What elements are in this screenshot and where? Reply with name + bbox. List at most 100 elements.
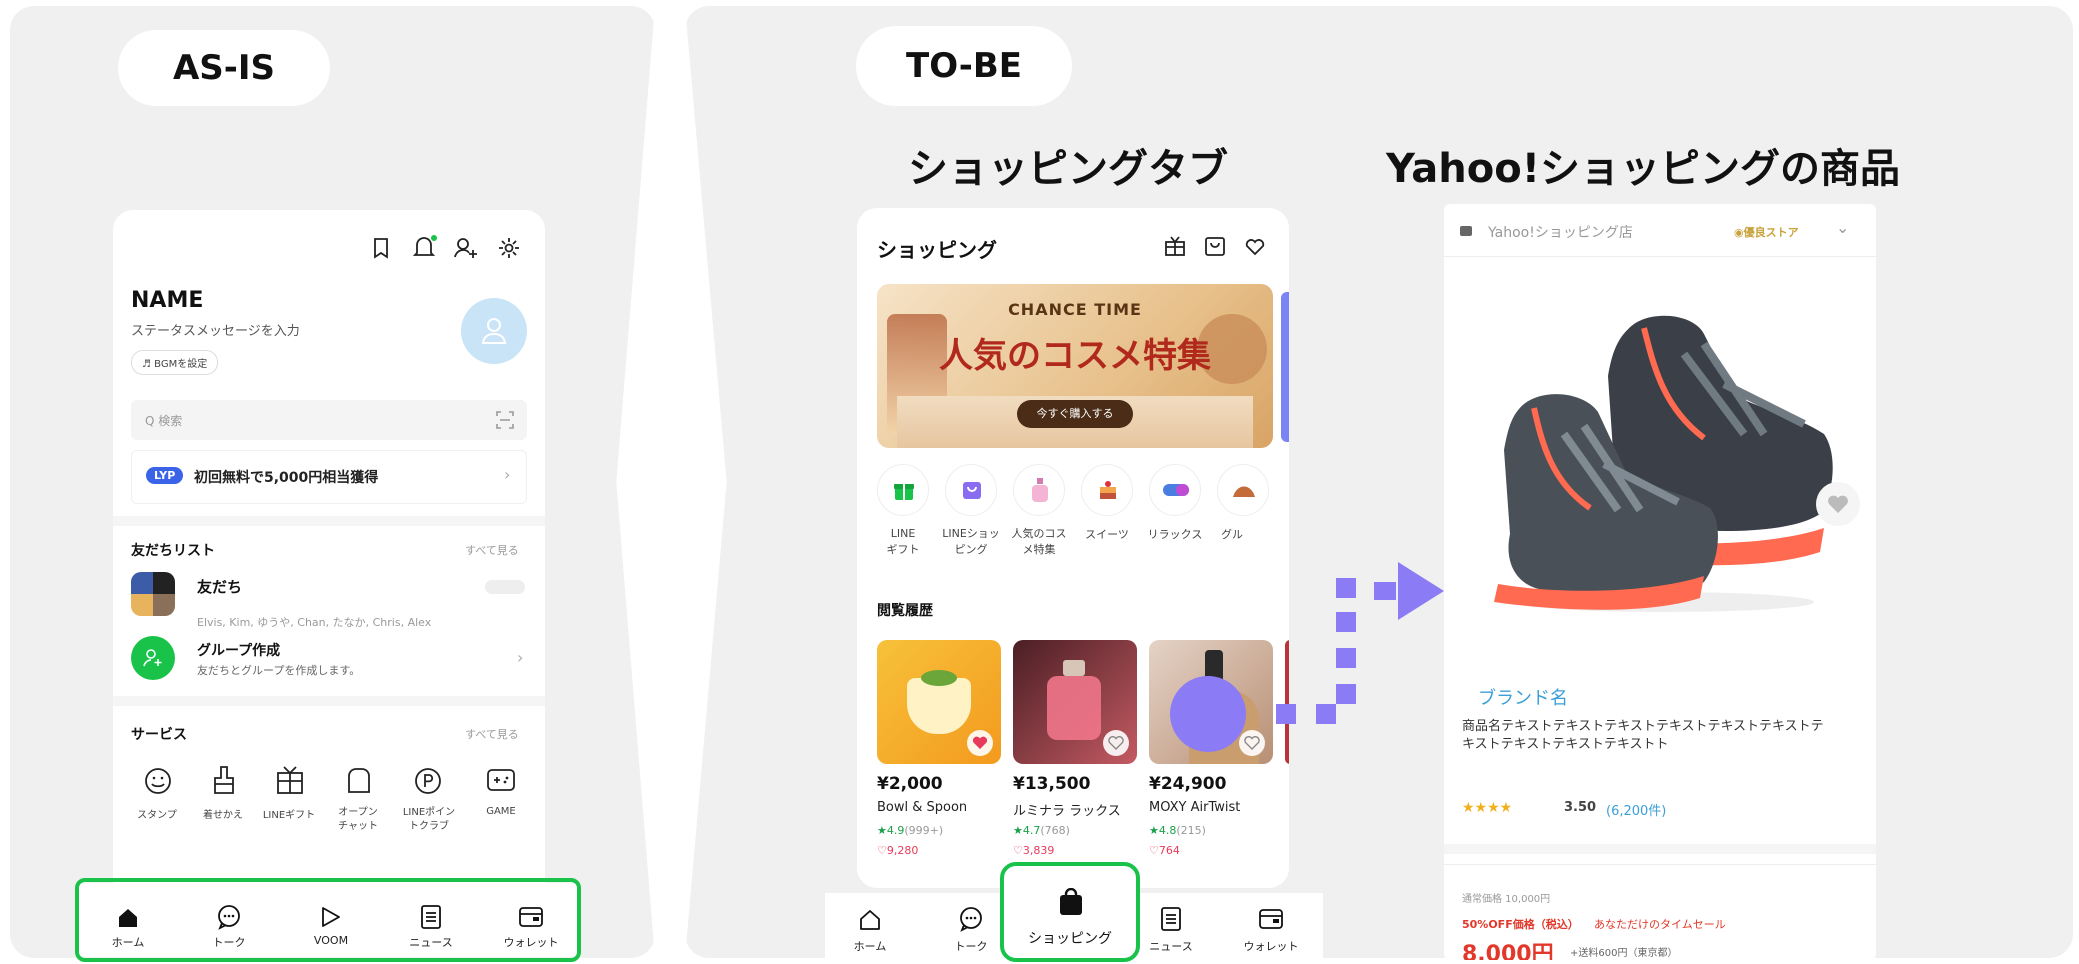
category-label-line-shopping: LINEショッ ピング bbox=[942, 527, 1000, 556]
create-group-avatar[interactable] bbox=[131, 636, 175, 680]
home-icon[interactable] bbox=[116, 906, 140, 930]
lyp-banner[interactable]: LYP 初回無料で5,000円相当獲得 › bbox=[131, 450, 527, 504]
bookmark-icon[interactable] bbox=[369, 236, 393, 260]
point-icon[interactable] bbox=[413, 766, 443, 796]
product-likes: ♡9,280 bbox=[877, 844, 919, 857]
product-image-perfume[interactable] bbox=[1013, 640, 1137, 764]
category-label-line-gift: LINE ギフト bbox=[886, 527, 920, 556]
nav-label-wallet: ウォレット bbox=[503, 936, 559, 949]
product-name[interactable]: Bowl & Spoon bbox=[877, 800, 967, 815]
time-sale-note: あなただけのタイムセール bbox=[1594, 918, 1726, 931]
category-line-shopping[interactable] bbox=[945, 464, 997, 516]
bgm-button[interactable]: ♬ BGMを設定 bbox=[131, 350, 219, 375]
flow-arrow-icon bbox=[1374, 562, 1444, 620]
like-button[interactable] bbox=[1239, 730, 1265, 756]
talk-icon[interactable] bbox=[216, 904, 242, 930]
gamepad-icon[interactable] bbox=[485, 766, 517, 794]
services-see-all-link[interactable]: すべて見る bbox=[465, 726, 519, 742]
brand-name[interactable]: ブランド名 bbox=[1478, 684, 1568, 710]
nav-label-home: ホーム bbox=[111, 936, 145, 949]
nav-label-voom: VOOM bbox=[313, 934, 349, 947]
next-banner-peek[interactable] bbox=[1281, 292, 1289, 442]
category-gourmet[interactable] bbox=[1217, 464, 1269, 516]
news-icon[interactable] bbox=[420, 904, 442, 930]
wallet-icon[interactable] bbox=[518, 905, 544, 929]
sale-price: 8,000円 bbox=[1462, 942, 1554, 960]
service-label-gift: LINEギフト bbox=[262, 810, 316, 821]
nav-label-news: ニュース bbox=[409, 936, 453, 949]
avatar[interactable] bbox=[461, 298, 527, 364]
bell-icon[interactable] bbox=[411, 234, 439, 260]
rating-value: ★4.7 bbox=[1013, 824, 1041, 837]
lyp-badge: LYP bbox=[146, 467, 184, 484]
brush-icon[interactable] bbox=[209, 764, 239, 796]
like-button[interactable] bbox=[1103, 730, 1129, 756]
friends-row-label[interactable]: 友だち bbox=[197, 576, 242, 597]
talk-icon[interactable] bbox=[958, 906, 984, 932]
review-count[interactable]: (6,200件) bbox=[1606, 800, 1666, 819]
status-message-placeholder[interactable]: ステータスメッセージを入力 bbox=[131, 320, 300, 339]
category-relax[interactable] bbox=[1149, 464, 1201, 516]
category-line-gift[interactable] bbox=[877, 464, 929, 516]
heart-filled-icon bbox=[972, 736, 988, 749]
heart-icon[interactable] bbox=[1243, 234, 1267, 258]
product-image-soup[interactable] bbox=[877, 640, 1001, 764]
chevron-down-icon[interactable]: ⌄ bbox=[1836, 218, 1849, 237]
service-label-game: GAME bbox=[486, 806, 516, 817]
to-be-badge: TO-BE bbox=[856, 26, 1072, 106]
like-button[interactable] bbox=[967, 730, 993, 756]
friends-avatar-group[interactable] bbox=[131, 572, 175, 616]
rating-value: 3.50 bbox=[1564, 800, 1597, 815]
product-name[interactable]: ルミナラ ラックス bbox=[1013, 800, 1121, 819]
store-name[interactable]: Yahoo!ショッピング店 bbox=[1488, 222, 1633, 242]
rating-stars: ★★★★ bbox=[1462, 800, 1513, 816]
service-label-stamp: スタンプ bbox=[137, 810, 177, 821]
shopping-tab-heading: ショッピングタブ bbox=[908, 146, 1228, 192]
heart-outline-icon bbox=[1108, 736, 1124, 750]
shopping-tab-highlighted[interactable]: ショッピング bbox=[1000, 862, 1140, 962]
service-label-openchat: オープン チャット bbox=[338, 807, 378, 832]
search-input[interactable]: Q 検索 bbox=[131, 400, 527, 440]
product-price: ¥24,900 bbox=[1149, 774, 1227, 794]
yahoo-product-screen: Yahoo!ショッピング店 ◉優良ストア ⌄ ブランド名 商品名テキストテキスト… bbox=[1444, 204, 1876, 960]
home-icon[interactable] bbox=[858, 908, 882, 932]
divider bbox=[1444, 256, 1876, 257]
service-label-theme: 着せかえ bbox=[203, 810, 243, 821]
regular-price: 通常価格 10,000円 bbox=[1462, 894, 1551, 905]
product-rating: ★4.7(768) bbox=[1013, 824, 1070, 837]
product-name[interactable]: MOXY AirTwist bbox=[1149, 800, 1240, 815]
create-group-title[interactable]: グループ作成 bbox=[197, 640, 280, 660]
nav-label-shopping: ショッピング bbox=[1028, 931, 1112, 947]
food-icon bbox=[1233, 486, 1255, 497]
cart-bag-icon[interactable] bbox=[1203, 234, 1227, 258]
buy-now-button[interactable]: 今すぐ購入する bbox=[1017, 400, 1133, 428]
category-label-relax: リラックス bbox=[1147, 528, 1203, 541]
friends-list-title: 友だちリスト bbox=[131, 543, 215, 559]
next-product-peek[interactable] bbox=[1285, 640, 1289, 764]
flow-dot bbox=[1336, 612, 1356, 632]
shopping-bag-icon bbox=[1060, 888, 1082, 915]
qr-scan-icon[interactable] bbox=[495, 410, 515, 430]
flow-dot bbox=[1336, 648, 1356, 668]
service-label-point-club: LINEポイン トクラブ bbox=[402, 807, 456, 832]
banner-title: 人気のコスメ特集 bbox=[939, 336, 1211, 376]
cosmetics-banner[interactable]: CHANCE TIME 人気のコスメ特集 今すぐ購入する bbox=[877, 284, 1273, 448]
smile-icon[interactable] bbox=[143, 766, 173, 796]
nav-label-news: ニュース bbox=[1149, 940, 1193, 953]
friends-see-all-link[interactable]: すべて見る bbox=[465, 542, 519, 558]
wallet-icon[interactable] bbox=[1258, 907, 1284, 931]
category-sweets[interactable] bbox=[1081, 464, 1133, 516]
product-rating: ★4.9(999+) bbox=[877, 824, 943, 837]
voom-icon[interactable] bbox=[318, 905, 344, 929]
nav-label-home: ホーム bbox=[853, 940, 887, 953]
chat-bubble-icon[interactable] bbox=[345, 766, 373, 796]
news-icon[interactable] bbox=[1160, 906, 1182, 932]
gift-icon[interactable] bbox=[1163, 234, 1187, 258]
review-count: (215) bbox=[1176, 824, 1206, 837]
gear-icon[interactable] bbox=[497, 236, 521, 260]
gift-icon[interactable] bbox=[275, 764, 305, 796]
product-image-shoes[interactable] bbox=[1484, 284, 1844, 624]
add-friend-icon[interactable] bbox=[453, 236, 479, 260]
favorite-button[interactable] bbox=[1816, 482, 1860, 526]
category-cosmetics[interactable] bbox=[1013, 464, 1065, 516]
